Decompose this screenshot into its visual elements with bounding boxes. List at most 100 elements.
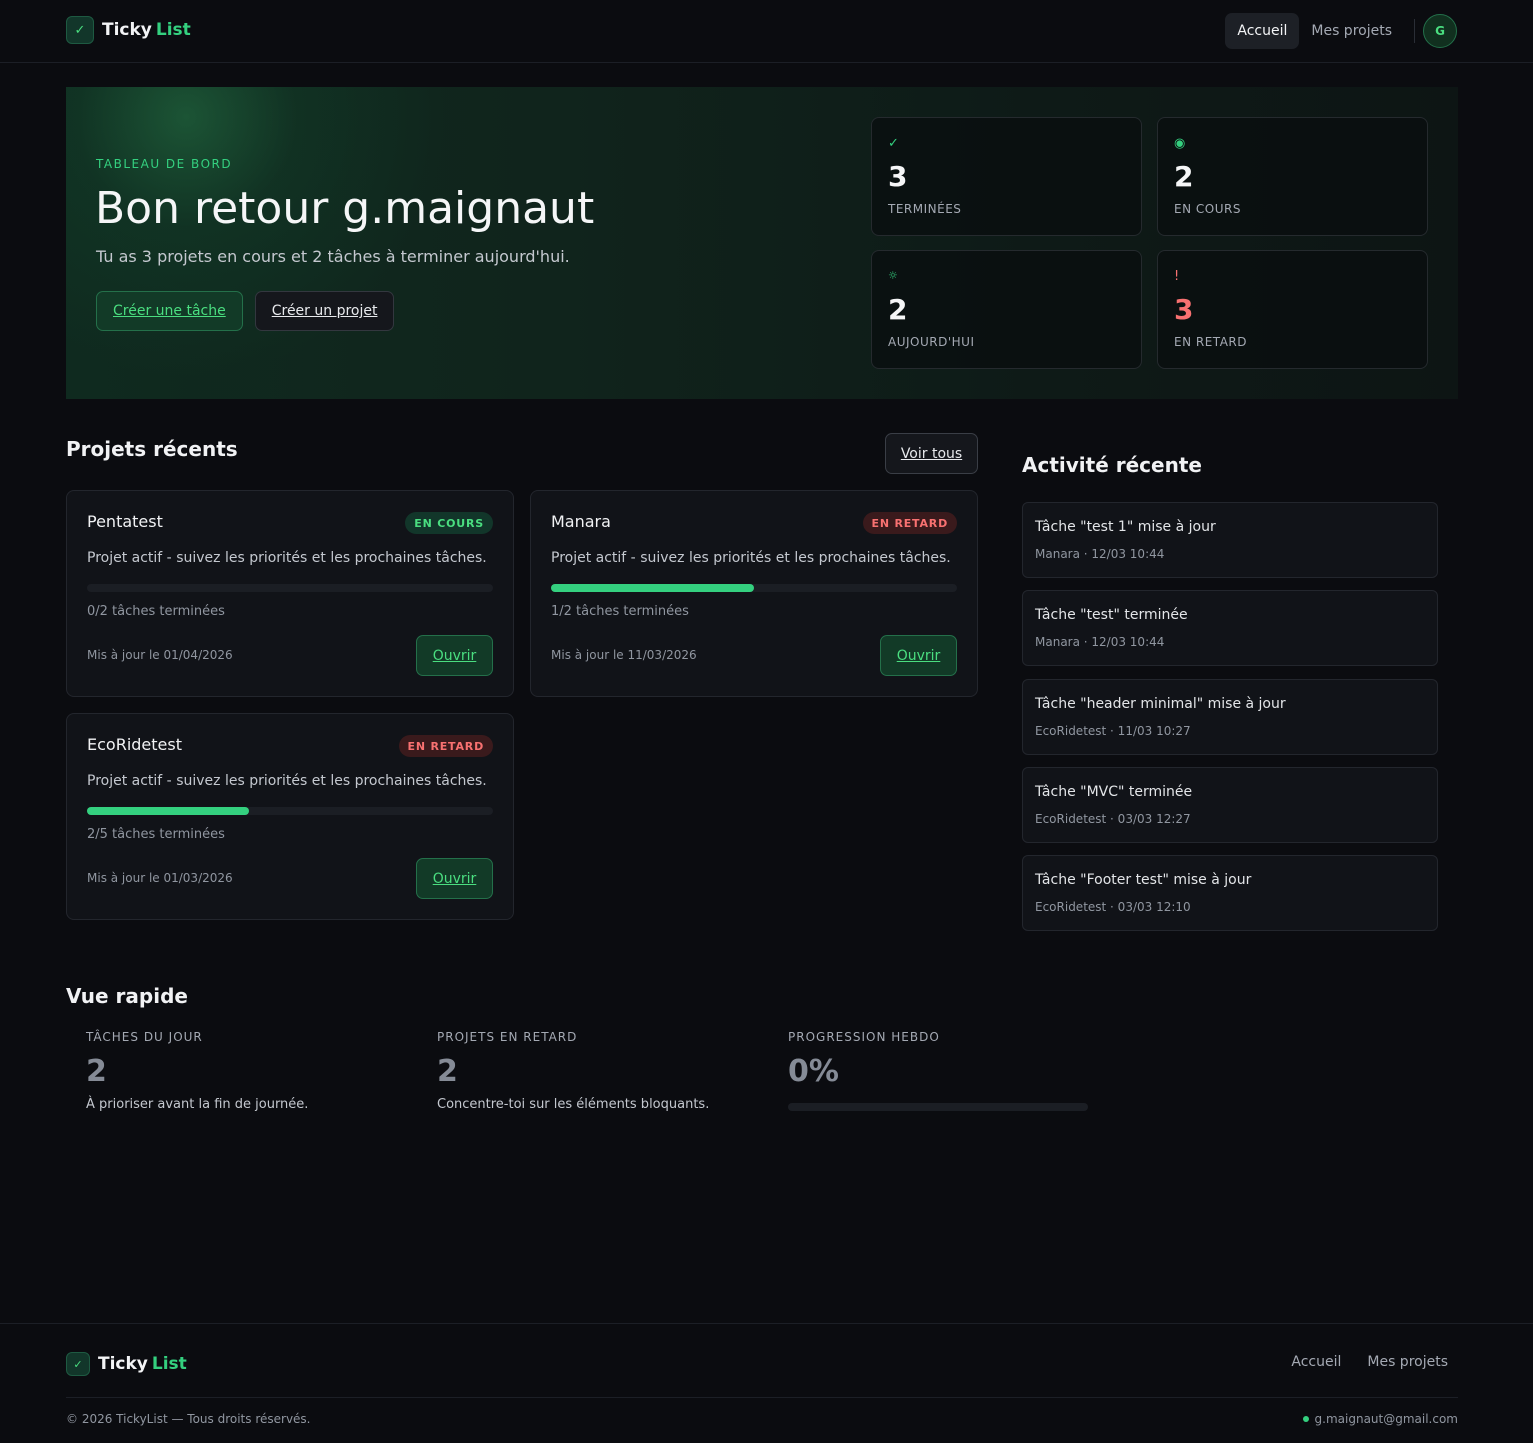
recent-projects-title: Projets récents [66,437,238,461]
open-project-button[interactable]: Ouvrir [416,635,493,676]
status-badge: EN RETARD [398,735,493,757]
copyright-text: © 2026 TickyList — Tous droits réservés. [66,1412,311,1426]
quick-view-description: Concentre-toi sur les éléments bloquants… [437,1097,710,1112]
brand-logo-link[interactable]: ✓ Ticky List [66,16,191,44]
stat-card-in-progress: ◉ 2 EN COURS [1157,117,1428,236]
updated-date: Mis à jour le 01/03/2026 [87,871,233,885]
user-email: g.maignaut@gmail.com [1314,1412,1458,1426]
stat-value: 2 [888,293,908,326]
nav-divider [1414,19,1415,43]
user-avatar[interactable]: G [1423,14,1457,48]
see-all-projects-button[interactable]: Voir tous [885,433,978,474]
activity-meta: EcoRidetest · 03/03 12:27 [1035,812,1191,826]
quick-view-weekly-progress: PROGRESSION HEBDO 0% [788,1030,1088,1111]
activity-item[interactable]: Tâche "MVC" terminée EcoRidetest · 03/03… [1022,767,1438,843]
dashboard-hero: TABLEAU DE BORD Bon retour g.maignaut Tu… [66,87,1458,399]
activity-item[interactable]: Tâche "test 1" mise à jour Manara · 12/0… [1022,502,1438,578]
stat-label: EN RETARD [1174,335,1247,349]
quick-view-label: PROGRESSION HEBDO [788,1030,940,1044]
project-name: Manara [551,512,611,531]
radio-dot-icon: ◉ [1174,136,1186,151]
quick-view-title: Vue rapide [66,984,188,1008]
create-task-button[interactable]: Créer une tâche [96,291,243,331]
activity-meta: EcoRidetest · 11/03 10:27 [1035,724,1191,738]
check-icon: ✓ [66,1352,90,1376]
hero-subtitle: Tu as 3 projets en cours et 2 tâches à t… [96,247,570,266]
main-nav: Accueil Mes projets G [1225,13,1457,49]
activity-title: Tâche "MVC" terminée [1035,784,1193,800]
tasks-count: 1/2 tâches terminées [551,604,689,619]
footer-nav-home[interactable]: Accueil [1291,1354,1341,1370]
activity-meta: EcoRidetest · 03/03 12:10 [1035,900,1191,914]
footer-user-email: g.maignaut@gmail.com [1302,1412,1458,1426]
footer-brand-link[interactable]: ✓ Ticky List [66,1352,187,1376]
nav-my-projects[interactable]: Mes projets [1299,13,1404,49]
progress-bar [551,584,957,592]
stat-label: EN COURS [1174,202,1241,216]
tasks-count: 0/2 tâches terminées [87,604,225,619]
brand-name-primary: Ticky [102,20,152,40]
footer-nav: Accueil Mes projets [1291,1354,1448,1370]
brand-name-primary: Ticky [98,1354,148,1374]
footer-nav-my-projects[interactable]: Mes projets [1367,1354,1448,1370]
stat-card-completed: ✓ 3 TERMINÉES [871,117,1142,236]
project-card[interactable]: Pentatest EN COURS Projet actif - suivez… [66,490,514,697]
activity-item[interactable]: Tâche "Footer test" mise à jour EcoRidet… [1022,855,1438,931]
updated-date: Mis à jour le 01/04/2026 [87,648,233,662]
activity-title: Tâche "Footer test" mise à jour [1035,872,1252,888]
footer-divider [66,1397,1458,1398]
stat-value: 3 [888,160,908,193]
online-status-dot-icon [1302,1416,1309,1422]
quick-view-label: PROJETS EN RETARD [437,1030,578,1044]
updated-date: Mis à jour le 11/03/2026 [551,648,697,662]
project-description: Projet actif - suivez les priorités et l… [87,550,487,566]
project-name: Pentatest [87,512,163,531]
progress-bar [87,807,493,815]
alert-icon: ! [1174,269,1180,284]
sun-icon: ☼ [888,269,898,282]
project-name: EcoRidetest [87,735,182,754]
activity-meta: Manara · 12/03 10:44 [1035,547,1165,561]
stat-label: TERMINÉES [888,202,962,216]
stat-value: 3 [1174,293,1194,326]
quick-view-value: 2 [86,1054,107,1089]
activity-item[interactable]: Tâche "header minimal" mise à jour EcoRi… [1022,679,1438,755]
quick-view-label: TÂCHES DU JOUR [86,1030,203,1044]
open-project-button[interactable]: Ouvrir [880,635,957,676]
footer-brand-name: Ticky List [98,1354,187,1374]
quick-view-late-projects: PROJETS EN RETARD 2 Concentre-toi sur le… [437,1030,709,1112]
quick-view-today: TÂCHES DU JOUR 2 À prioriser avant la fi… [86,1030,308,1112]
brand-name-accent: List [155,20,191,40]
nav-home[interactable]: Accueil [1225,13,1300,49]
weekly-progress-bar [788,1103,1088,1111]
check-icon: ✓ [66,16,94,44]
status-badge: EN COURS [405,512,493,534]
hero-kicker: TABLEAU DE BORD [96,157,233,171]
recent-activity-title: Activité récente [1022,453,1202,477]
activity-item[interactable]: Tâche "test" terminée Manara · 12/03 10:… [1022,590,1438,666]
project-description: Projet actif - suivez les priorités et l… [551,550,951,566]
hero-actions: Créer une tâche Créer un projet [96,291,395,331]
brand-name: Ticky List [102,20,191,40]
create-project-button[interactable]: Créer un projet [254,291,395,331]
open-project-button[interactable]: Ouvrir [416,858,493,899]
project-card[interactable]: Manara EN RETARD Projet actif - suivez l… [530,490,978,697]
stat-label: AUJOURD'HUI [888,335,975,349]
status-badge: EN RETARD [862,512,957,534]
activity-title: Tâche "header minimal" mise à jour [1035,696,1286,712]
quick-view-value: 2 [437,1054,458,1089]
top-navbar: ✓ Ticky List Accueil Mes projets G [0,0,1533,63]
stat-value: 2 [1174,160,1194,193]
footer: ✓ Ticky List Accueil Mes projets © 2026 T… [0,1323,1533,1443]
project-card[interactable]: EcoRidetest EN RETARD Projet actif - sui… [66,713,514,920]
quick-view-value: 0% [788,1054,839,1089]
check-icon: ✓ [888,136,899,151]
tasks-count: 2/5 tâches terminées [87,827,225,842]
quick-view-description: À prioriser avant la fin de journée. [86,1097,309,1112]
page-title: Bon retour g.maignaut [95,183,595,234]
progress-bar [87,584,493,592]
activity-title: Tâche "test 1" mise à jour [1035,519,1216,535]
stat-card-late: ! 3 EN RETARD [1157,250,1428,369]
project-description: Projet actif - suivez les priorités et l… [87,773,487,789]
progress-bar-fill [87,807,250,815]
